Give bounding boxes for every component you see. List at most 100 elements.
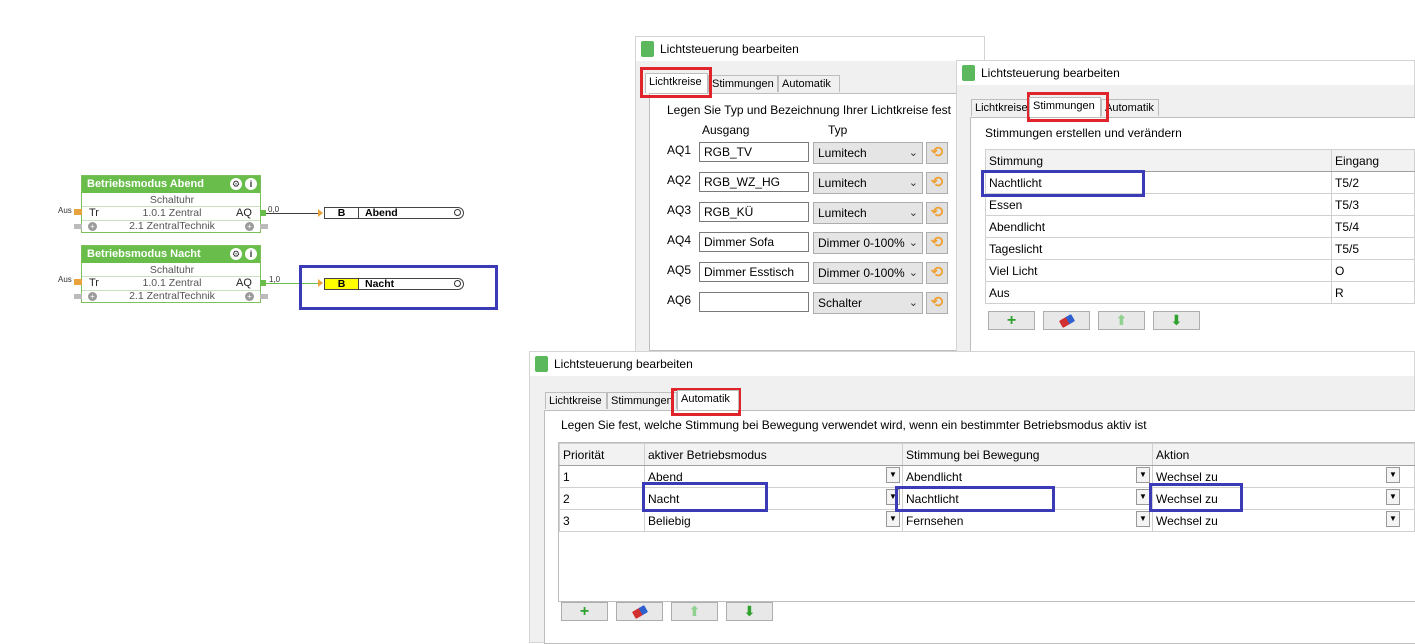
dropdown-arrow-icon[interactable]: ▼	[1136, 489, 1150, 505]
dropdown-arrow-icon[interactable]: ▼	[1386, 511, 1400, 527]
panel-heading: Stimmungen erstellen und verändern	[985, 126, 1182, 140]
reset-button[interactable]: ⟲	[926, 232, 948, 254]
scene-input[interactable]: T5/5	[1331, 237, 1415, 260]
dropdown-arrow-icon[interactable]: ▼	[1136, 467, 1150, 483]
action-select[interactable]: Wechsel zu	[1152, 509, 1415, 532]
function-block-title: Betriebsmodus Nacht ⚙ i	[82, 246, 260, 263]
scene-name[interactable]: Aus	[985, 281, 1332, 304]
column-header-eingang[interactable]: Eingang	[1331, 149, 1415, 172]
circuit-name-input[interactable]: RGB_WZ_HG	[699, 172, 809, 192]
input-connector-empty[interactable]	[74, 224, 82, 229]
column-header-aktion[interactable]: Aktion	[1152, 443, 1415, 466]
output-block-abend[interactable]: B Abend	[324, 207, 464, 219]
circuit-name-input[interactable]: Dimmer Sofa	[699, 232, 809, 252]
reset-button[interactable]: ⟲	[926, 142, 948, 164]
tab-automatik[interactable]: Automatik	[1101, 99, 1159, 116]
circuit-name-input[interactable]: RGB_TV	[699, 142, 809, 162]
dropdown-arrow-icon[interactable]: ▼	[1386, 467, 1400, 483]
tab-stimmungen[interactable]: Stimmungen	[1029, 97, 1101, 117]
reset-button[interactable]: ⟲	[926, 292, 948, 314]
circuit-name-input[interactable]: RGB_KÜ	[699, 202, 809, 222]
output-connector-empty[interactable]	[260, 294, 268, 299]
dropdown-arrow-icon[interactable]: ▼	[886, 511, 900, 527]
column-header-prioritaet[interactable]: Priorität	[559, 443, 645, 466]
app-icon	[535, 356, 548, 372]
connection-wire[interactable]	[266, 213, 318, 214]
info-icon[interactable]: i	[245, 248, 257, 260]
dropdown-arrow-icon[interactable]: ▼	[1386, 489, 1400, 505]
dropdown-arrow-icon[interactable]: ▼	[1136, 511, 1150, 527]
scene-input[interactable]: T5/4	[1331, 215, 1415, 238]
table-row[interactable]: 3 Beliebig Fernsehen Wechsel zu	[559, 509, 1415, 532]
tab-automatik[interactable]: Automatik	[778, 75, 840, 92]
gear-icon[interactable]: ⚙	[230, 178, 242, 190]
input-connector[interactable]	[74, 279, 82, 285]
mode-select[interactable]: Beliebig	[644, 509, 903, 532]
delete-button[interactable]	[616, 602, 663, 621]
column-header-stimmung[interactable]: Stimmung bei Bewegung	[902, 443, 1153, 466]
move-up-button[interactable]: ⬆	[1098, 311, 1145, 330]
tab-automatik[interactable]: Automatik	[677, 390, 739, 410]
dropdown-arrow-icon[interactable]: ▼	[886, 467, 900, 483]
add-output-icon[interactable]: +	[245, 292, 254, 301]
table-row[interactable]: Aus R	[985, 281, 1415, 304]
input-connector[interactable]	[74, 209, 82, 215]
table-row[interactable]: Viel Licht O	[985, 259, 1415, 282]
function-block-abend[interactable]: Betriebsmodus Abend ⚙ i Schaltuhr Tr 1.0…	[81, 175, 261, 233]
move-up-button[interactable]: ⬆	[671, 602, 718, 621]
type-select[interactable]: Dimmer 0-100% ⌄	[813, 232, 923, 254]
scene-select[interactable]: Abendlicht	[902, 465, 1153, 488]
table-row[interactable]: Tageslicht T5/5	[985, 237, 1415, 260]
reset-button[interactable]: ⟲	[926, 262, 948, 284]
reset-button[interactable]: ⟲	[926, 202, 948, 224]
chevron-down-icon: ⌄	[908, 237, 918, 249]
input-label: Aus	[58, 206, 72, 215]
scene-name[interactable]: Abendlicht	[985, 215, 1332, 238]
tab-lichtkreise[interactable]: Lichtkreise	[645, 73, 708, 93]
scene-input[interactable]: T5/3	[1331, 193, 1415, 216]
add-button[interactable]: +	[988, 311, 1035, 330]
priority-cell[interactable]: 1	[559, 465, 645, 488]
type-select[interactable]: Lumitech ⌄	[813, 142, 923, 164]
highlight-frame	[981, 170, 1145, 197]
output-connector-empty[interactable]	[260, 224, 268, 229]
type-value: Dimmer 0-100%	[818, 266, 905, 280]
delete-button[interactable]	[1043, 311, 1090, 330]
tab-lichtkreise[interactable]: Lichtkreise	[545, 392, 607, 409]
column-header-betriebsmodus[interactable]: aktiver Betriebsmodus	[644, 443, 903, 466]
priority-cell[interactable]: 3	[559, 509, 645, 532]
move-down-button[interactable]: ⬇	[1153, 311, 1200, 330]
dialog-title: Lichtsteuerung bearbeiten	[660, 42, 799, 56]
settings-icon[interactable]	[454, 209, 461, 216]
input-connector-empty[interactable]	[74, 294, 82, 299]
type-select[interactable]: Dimmer 0-100% ⌄	[813, 262, 923, 284]
output-label: AQ2	[667, 173, 692, 187]
tab-stimmungen[interactable]: Stimmungen	[708, 75, 778, 92]
move-down-button[interactable]: ⬇	[726, 602, 773, 621]
tab-lichtkreise[interactable]: Lichtkreise	[971, 99, 1029, 116]
add-output-icon[interactable]: +	[245, 222, 254, 231]
function-block-nacht[interactable]: Betriebsmodus Nacht ⚙ i Schaltuhr Tr 1.0…	[81, 245, 261, 303]
reset-button[interactable]: ⟲	[926, 172, 948, 194]
gear-icon[interactable]: ⚙	[230, 248, 242, 260]
info-icon[interactable]: i	[245, 178, 257, 190]
add-button[interactable]: +	[561, 602, 608, 621]
type-select[interactable]: Lumitech ⌄	[813, 202, 923, 224]
scene-name[interactable]: Viel Licht	[985, 259, 1332, 282]
dialog-titlebar: Lichtsteuerung bearbeiten	[636, 37, 984, 61]
circuit-name-input[interactable]: Dimmer Esstisch	[699, 262, 809, 282]
scene-name[interactable]: Tageslicht	[985, 237, 1332, 260]
type-select[interactable]: Schalter ⌄	[813, 292, 923, 314]
tab-stimmungen[interactable]: Stimmungen	[607, 392, 677, 409]
scene-input[interactable]: O	[1331, 259, 1415, 282]
output-name: Abend	[365, 207, 398, 219]
scene-input[interactable]: T5/2	[1331, 171, 1415, 194]
scene-select[interactable]: Fernsehen	[902, 509, 1153, 532]
column-header-stimmung[interactable]: Stimmung	[985, 149, 1332, 172]
priority-cell[interactable]: 2	[559, 487, 645, 510]
type-select[interactable]: Lumitech ⌄	[813, 172, 923, 194]
circuit-name-input[interactable]	[699, 292, 809, 312]
table-row[interactable]: Abendlicht T5/4	[985, 215, 1415, 238]
scene-input[interactable]: R	[1331, 281, 1415, 304]
dialog-title: Lichtsteuerung bearbeiten	[981, 66, 1120, 80]
